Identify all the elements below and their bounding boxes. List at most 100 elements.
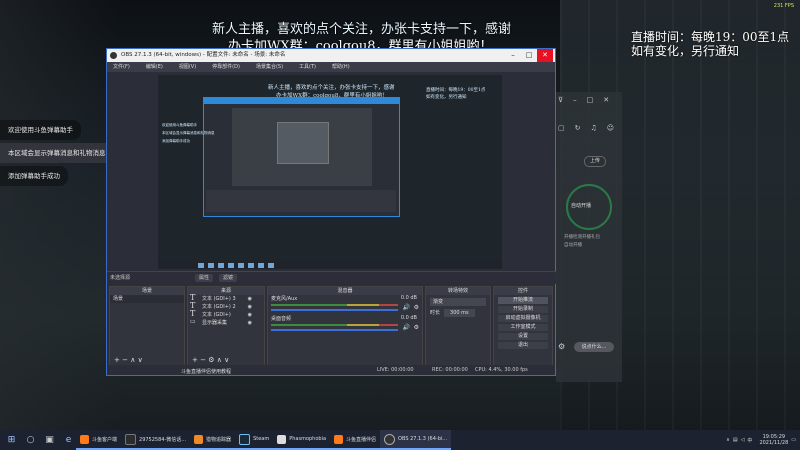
source-item[interactable]: ▭ 显示器采集 ◉	[188, 318, 264, 327]
menu-edit[interactable]: 编辑(E)	[146, 62, 163, 72]
fps-counter: 231 FPS	[773, 3, 794, 9]
menu-file[interactable]: 文件(F)	[113, 62, 130, 72]
close-icon[interactable]: ✕	[537, 49, 553, 62]
taskbar-app[interactable]: Steam	[235, 430, 274, 450]
obs-window[interactable]: OBS 27.1.3 (64-bit, windows) - 配置文件: 未命名…	[106, 48, 557, 376]
properties-button[interactable]: 属性	[195, 274, 214, 282]
tutorial-link[interactable]: 斗鱼直播伴侣使用教程	[181, 368, 231, 375]
taskbar-app[interactable]: 猎物追踪器	[190, 430, 236, 450]
obs-preview[interactable]: 新人主播，喜欢的点个关注，办张卡支持一下，感谢 办卡加WX群：coolgou8，…	[158, 75, 502, 269]
nested-preview	[232, 108, 372, 186]
douyu-panel: ⊽ – □ ✕ ▢ ↻ ♫ ☺ 上传 自动开播 开播检测开播礼包 自动开播 ⚙ …	[556, 92, 622, 382]
volume-meter	[271, 304, 398, 306]
studio-mode-button[interactable]: 工作室模式	[498, 324, 548, 331]
gear-icon[interactable]: ⚙	[414, 304, 419, 311]
system-tray: ∧ ▤ ◁ 中 19:05:29 2021/11/28 ▭	[726, 430, 796, 450]
filters-button[interactable]: 滤镜	[219, 274, 238, 282]
obs-app-icon	[110, 52, 117, 59]
down-icon[interactable]: ∨	[138, 356, 143, 364]
up-icon[interactable]: ∧	[130, 356, 135, 364]
taskbar-app[interactable]: 29752584-微信话...	[121, 430, 191, 450]
menu-view[interactable]: 视图(V)	[179, 62, 196, 72]
menu-scene-collection[interactable]: 场景集合(S)	[256, 62, 283, 72]
minimize-icon[interactable]: –	[505, 49, 521, 62]
user-icon[interactable]: ☺	[607, 124, 614, 132]
start-recording-button[interactable]: 开始录制	[498, 306, 548, 313]
tray-chevron-icon[interactable]: ∧	[726, 437, 730, 443]
auto-start-label: 自动开播	[571, 203, 592, 209]
sources-dock: 来源 T 文本 (GDI+) 3 ◉ T 文本 (GDI+) 2 ◉ T 文本 (GDI+…	[187, 286, 265, 366]
panel-header-icons: ⊽ – □ ✕	[558, 96, 609, 104]
volume-slider[interactable]	[271, 329, 398, 331]
speaker-icon[interactable]: 🔊	[403, 304, 410, 311]
bell-icon[interactable]: ♫	[591, 124, 597, 132]
volume-icon[interactable]: ◁	[741, 437, 745, 443]
minimize-icon[interactable]: –	[573, 96, 577, 104]
obs-titlebar[interactable]: OBS 27.1.3 (64-bit, windows) - 配置文件: 未命名…	[107, 49, 555, 62]
visibility-icon[interactable]: ◉	[248, 311, 252, 319]
add-icon[interactable]: +	[114, 356, 120, 364]
down-icon[interactable]: ∨	[224, 356, 229, 364]
box-icon[interactable]: ▢	[558, 124, 565, 132]
menu-docks[interactable]: 停靠部件(D)	[212, 62, 240, 72]
settings-button[interactable]: 设置	[498, 333, 548, 340]
volume-slider[interactable]	[271, 309, 398, 311]
upload-button[interactable]: 上传	[584, 156, 606, 167]
network-icon[interactable]: ▤	[733, 437, 738, 443]
source-item[interactable]: T 文本 (GDI+) ◉	[188, 310, 264, 319]
refresh-icon[interactable]: ↻	[575, 124, 581, 132]
transitions-dock: 转场特效 渐变 时长 300 ms	[425, 286, 491, 366]
remove-icon[interactable]: −	[200, 356, 206, 364]
start-streaming-button[interactable]: 开始推流	[498, 297, 548, 304]
maximize-icon[interactable]: □	[521, 49, 537, 62]
preview-chat: 添加弹幕助手成功	[162, 139, 190, 143]
overlay-schedule-line2: 如有变化，另行通知	[631, 44, 740, 58]
task-view-icon[interactable]: ▣	[42, 433, 57, 448]
gear-icon[interactable]: ⚙	[558, 342, 565, 351]
menu-help[interactable]: 帮助(H)	[332, 62, 350, 72]
taskbar-clock[interactable]: 19:05:29 2021/11/28	[759, 434, 788, 446]
remove-icon[interactable]: −	[122, 356, 128, 364]
chat-input[interactable]: 说点什么...	[574, 342, 614, 352]
visibility-icon[interactable]: ◉	[248, 319, 252, 327]
taskbar-app[interactable]: OBS 27.1.3 (64-bi...	[380, 430, 452, 450]
panel-sub2: 自动开播	[564, 243, 582, 248]
transitions-dock-title: 转场特效	[426, 287, 490, 295]
source-item[interactable]: T 文本 (GDI+) 2 ◉	[188, 302, 264, 311]
sources-dock-title: 来源	[188, 287, 264, 295]
panel-sub1: 开播检测开播礼包	[564, 235, 600, 240]
notification-icon[interactable]: ▭	[791, 437, 796, 443]
taskbar-app[interactable]: 斗鱼客户端	[76, 430, 122, 450]
obs-statusbar: LIVE: 00:00:00 REC: 00:00:00 CPU: 4.4%, …	[107, 365, 555, 375]
preview-chat: 本区域会显示弹幕消息和礼物消息	[162, 131, 215, 135]
add-icon[interactable]: +	[192, 356, 198, 364]
source-item[interactable]: T 文本 (GDI+) 3 ◉	[188, 294, 264, 303]
search-icon[interactable]: ○	[23, 433, 38, 448]
maximize-icon[interactable]: □	[587, 96, 594, 104]
edge-icon[interactable]: e	[61, 433, 76, 448]
visibility-icon[interactable]: ◉	[248, 303, 252, 311]
close-icon[interactable]: ✕	[603, 96, 609, 104]
duration-input[interactable]: 300 ms	[444, 309, 475, 317]
gear-icon[interactable]: ⚙	[414, 324, 419, 331]
mixer-channel: 桌面音频 0.0 dB 🔊 ⚙	[268, 315, 422, 335]
clock-date: 2021/11/28	[759, 440, 789, 446]
filter-icon[interactable]: ⊽	[558, 96, 563, 104]
taskbar-app[interactable]: 斗鱼直播伴侣	[330, 430, 381, 450]
preview-schedule2: 如有变化，另行通知	[426, 95, 467, 100]
ime-icon[interactable]: 中	[747, 437, 752, 444]
exit-button[interactable]: 退出	[498, 342, 548, 349]
menu-tools[interactable]: 工具(T)	[299, 62, 316, 72]
chat-message: 添加弹幕助手成功	[0, 166, 68, 186]
virtual-camera-button[interactable]: 启动虚拟摄像机	[498, 315, 548, 322]
gear-icon[interactable]: ⚙	[208, 356, 214, 364]
speaker-icon[interactable]: 🔊	[403, 324, 410, 331]
nested-docks	[206, 190, 396, 212]
cpu-status: CPU: 4.4%, 30.00 fps	[475, 367, 528, 373]
visibility-icon[interactable]: ◉	[248, 295, 252, 303]
taskbar-app[interactable]: Phasmophobia	[273, 430, 331, 450]
up-icon[interactable]: ∧	[217, 356, 222, 364]
transition-select[interactable]: 渐变	[430, 298, 486, 306]
scene-item[interactable]: 场景	[110, 295, 184, 303]
windows-start-icon[interactable]: ⊞	[4, 433, 19, 448]
